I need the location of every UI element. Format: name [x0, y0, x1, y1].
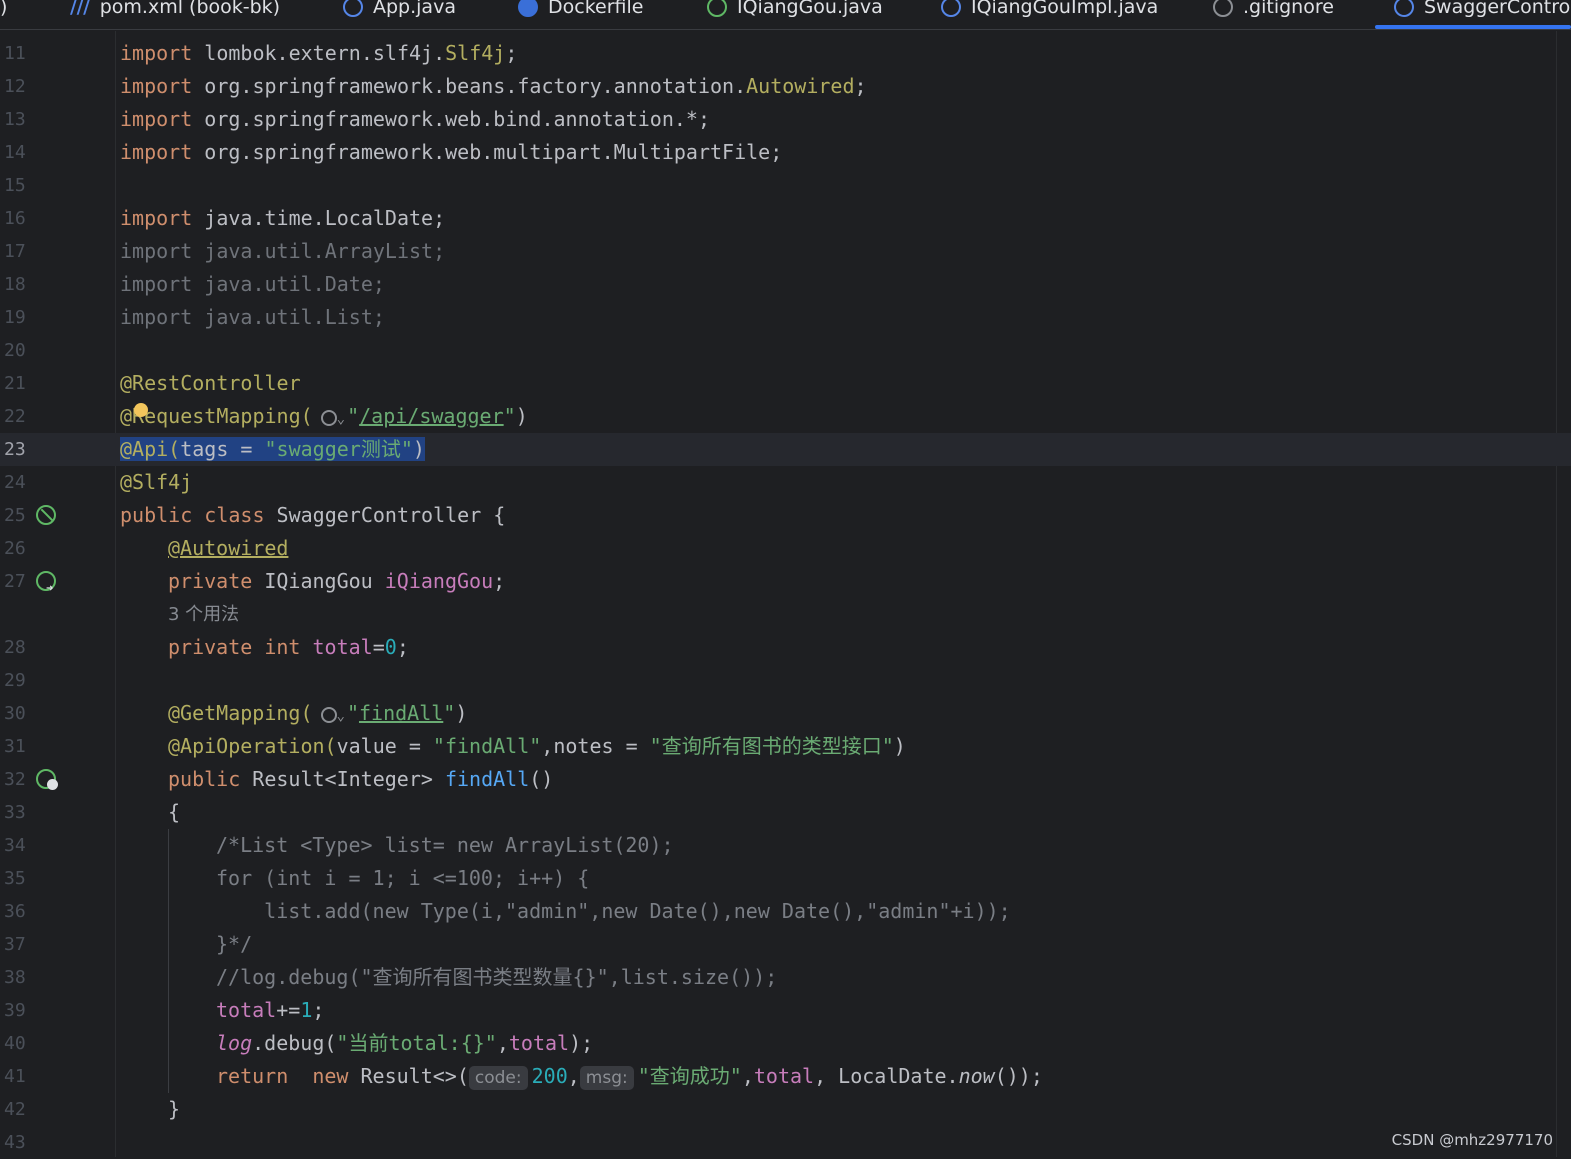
- code-line: 29: [4, 670, 26, 691]
- code-line: 19 import java.util.List;: [4, 305, 385, 329]
- tab-pom-xml[interactable]: /// pom.xml (book-bk): [70, 0, 280, 22]
- code-line: 26 @Autowired: [4, 536, 289, 560]
- usage-hint-line: 3 个用法: [0, 598, 1571, 631]
- tab-label: SwaggerContro: [1424, 0, 1571, 18]
- code-line: 38 //log.debug("查询所有图书类型数量{}",list.size(…: [4, 965, 778, 989]
- code-line: 33 {: [4, 800, 181, 824]
- parameter-hint-msg: msg:: [579, 1066, 634, 1090]
- tab-app-java[interactable]: App.java: [343, 0, 456, 22]
- web-endpoint-icon[interactable]: [320, 706, 337, 723]
- code-line: 13 import org.springframework.web.bind.a…: [4, 107, 711, 131]
- code-line: 16 import java.time.LocalDate;: [4, 206, 446, 230]
- code-line: 27 ➜ private IQiangGou iQiangGou;: [4, 569, 506, 595]
- code-line: 22 @RequestMapping(⌄ "/api/swagger"): [4, 403, 528, 428]
- tab-label: IQiangGou.java: [737, 0, 883, 18]
- tab-gitignore[interactable]: .gitignore: [1213, 0, 1334, 22]
- code-line: 30 @GetMapping(⌄ "findAll"): [4, 701, 468, 725]
- code-line: 24 @Slf4j: [4, 470, 193, 494]
- code-editor[interactable]: 11 import lombok.extern.slf4j.Slf4j; 12 …: [0, 31, 1571, 1157]
- tab-label: .gitignore: [1243, 0, 1334, 18]
- chevron-down-icon[interactable]: ⌄: [337, 708, 345, 724]
- tab-label: Dockerfile: [548, 0, 644, 18]
- tab-iqianggouimpl-java[interactable]: IQiangGouImpl.java: [941, 0, 1158, 22]
- code-line: 28 private int total=0;: [4, 635, 409, 659]
- lightbulb-icon[interactable]: [134, 403, 148, 417]
- code-line: 20: [4, 340, 26, 361]
- web-endpoint-icon[interactable]: [320, 409, 337, 426]
- indent-guide: [168, 829, 169, 1093]
- editor-tab-bar: ) /// pom.xml (book-bk) App.java Dockerf…: [0, 0, 1571, 30]
- parameter-hint-code: code:: [468, 1066, 528, 1090]
- code-line: 40 log.debug("当前total:{}",total);: [4, 1031, 594, 1055]
- java-interface-icon: [707, 0, 727, 17]
- code-line-current: 23 @Api(tags = "swagger测试"): [0, 433, 1571, 466]
- usage-hint[interactable]: 3 个用法: [168, 598, 239, 631]
- java-class-icon: [941, 0, 961, 17]
- tab-dockerfile[interactable]: Dockerfile: [518, 0, 643, 22]
- code-line: 18 import java.util.Date;: [4, 272, 385, 296]
- code-line: 17 import java.util.ArrayList;: [4, 239, 446, 263]
- code-line: 36 list.add(new Type(i,"admin",new Date(…: [4, 899, 1011, 923]
- code-line: 11 import lombok.extern.slf4j.Slf4j;: [4, 41, 518, 65]
- xml-icon: ///: [70, 0, 90, 18]
- tab-label: IQiangGouImpl.java: [971, 0, 1159, 18]
- code-line: 15: [4, 175, 26, 196]
- docker-icon: [518, 0, 538, 17]
- code-line: 43: [4, 1132, 26, 1153]
- code-line: 41 return new Result<>(code: 200, msg: "查询成…: [4, 1064, 1043, 1090]
- code-line: 32 public Result<Integer> findAll(): [4, 767, 554, 791]
- code-line: 31 @ApiOperation(value = "findAll",notes…: [4, 734, 906, 758]
- code-line: 39 total+=1;: [4, 998, 325, 1022]
- code-line: 42 }: [4, 1097, 181, 1121]
- code-line: 34 /*List <Type> list= new ArrayList(20)…: [4, 833, 674, 857]
- code-line: 21 @RestController: [4, 371, 301, 395]
- tab-label: pom.xml (book-bk): [99, 0, 281, 18]
- code-line: 37 }*/: [4, 932, 253, 956]
- active-tab-indicator: [1375, 25, 1571, 29]
- code-line: 25 public class SwaggerController {: [4, 503, 506, 527]
- chevron-down-icon[interactable]: ⌄: [337, 411, 345, 427]
- tab-swaggercontroller-java[interactable]: SwaggerContro: [1394, 0, 1570, 22]
- java-class-icon: [343, 0, 363, 17]
- code-line: 35 for (int i = 1; i <=100; i++) {: [4, 866, 590, 890]
- gitignore-icon: [1213, 0, 1233, 17]
- tab-iqianggou-java[interactable]: IQiangGou.java: [707, 0, 883, 22]
- web-request-icon[interactable]: [36, 769, 58, 790]
- code-line: 14 import org.springframework.web.multip…: [4, 140, 783, 164]
- code-line: 12 import org.springframework.beans.fact…: [4, 74, 867, 98]
- java-class-icon: [1394, 0, 1414, 17]
- autowired-navigate-icon[interactable]: ➜: [36, 571, 56, 594]
- tab-overflow-edge: ): [0, 0, 8, 18]
- spring-bean-icon[interactable]: [36, 505, 56, 525]
- tab-label: App.java: [373, 0, 456, 18]
- watermark: CSDN @mhz2977170: [1391, 1131, 1553, 1149]
